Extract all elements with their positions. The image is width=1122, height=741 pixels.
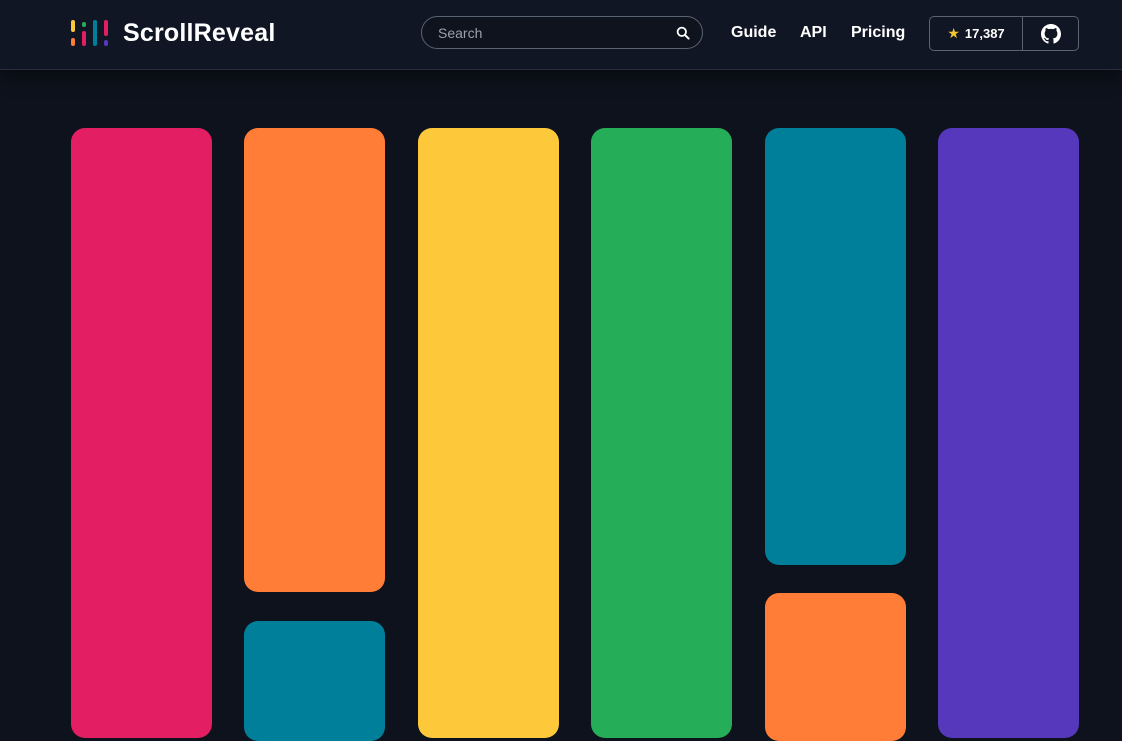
- logo[interactable]: ScrollReveal: [71, 18, 276, 48]
- nav-link-guide[interactable]: Guide: [731, 24, 776, 42]
- nav-link-pricing[interactable]: Pricing: [851, 24, 905, 42]
- color-block-pink: [71, 128, 212, 738]
- github-icon: [1040, 23, 1061, 44]
- color-block-orange: [244, 128, 385, 592]
- color-block-orange: [765, 593, 906, 741]
- search-icon[interactable]: [676, 26, 690, 40]
- color-block-teal: [765, 128, 906, 565]
- search-box[interactable]: [421, 16, 703, 49]
- top-navbar: ScrollReveal Guide API Pricing ★ 17,387: [0, 0, 1122, 70]
- github-button-group: ★ 17,387: [929, 16, 1079, 51]
- search-input[interactable]: [438, 24, 668, 42]
- nav-link-api[interactable]: API: [800, 24, 827, 42]
- brand-name: ScrollReveal: [123, 18, 276, 47]
- scrollreveal-logo-icon: [71, 18, 109, 48]
- github-star-count: 17,387: [964, 26, 1005, 41]
- color-block-green: [591, 128, 732, 738]
- color-block-teal: [244, 621, 385, 741]
- color-block-yellow: [418, 128, 559, 738]
- github-link-button[interactable]: [1023, 17, 1078, 50]
- github-stars-button[interactable]: ★ 17,387: [930, 17, 1023, 50]
- color-block-purple: [938, 128, 1079, 738]
- star-icon: ★: [947, 25, 960, 41]
